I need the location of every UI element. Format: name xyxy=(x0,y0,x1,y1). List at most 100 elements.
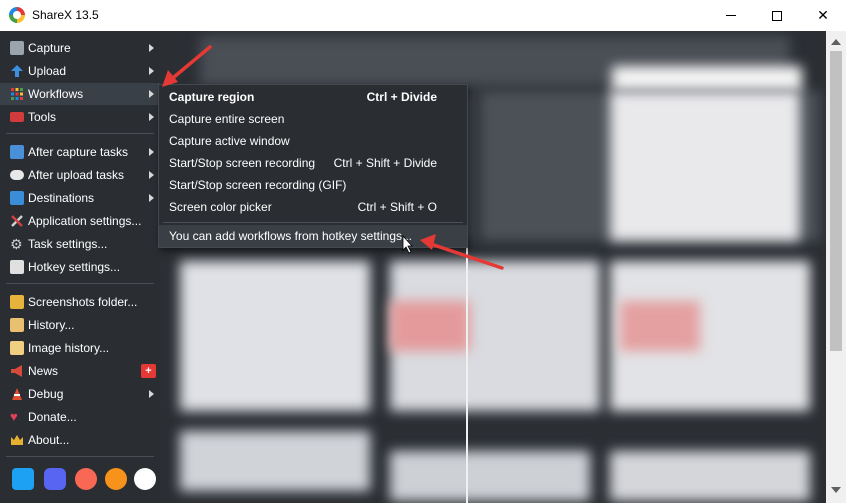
menu-item-label: After capture tasks xyxy=(28,145,129,159)
minimize-button[interactable] xyxy=(708,0,754,31)
menu-item-screenshots-folder[interactable]: Screenshots folder... xyxy=(0,291,160,313)
submenu-item-capture-region[interactable]: Capture region Ctrl + Divide xyxy=(159,86,467,108)
submenu-item-screen-color-picker[interactable]: Screen color picker Ctrl + Shift + O xyxy=(159,196,467,218)
github-icon[interactable] xyxy=(134,468,156,490)
toolbox-icon xyxy=(10,112,24,122)
menu-item-label: Capture xyxy=(28,41,71,55)
sharex-logo-icon xyxy=(9,7,25,23)
title-bar: ShareX 13.5 ✕ xyxy=(0,0,846,31)
minimize-icon xyxy=(726,15,736,16)
image-history-icon xyxy=(10,341,24,355)
crown-icon xyxy=(10,433,24,447)
news-badge: + xyxy=(141,364,156,378)
submenu-item-label: Start/Stop screen recording (GIF) xyxy=(169,178,347,192)
menu-item-task-settings[interactable]: ⚙ Task settings... xyxy=(0,233,160,255)
upload-arrow-icon xyxy=(10,64,24,78)
menu-item-label: Hotkey settings... xyxy=(28,260,121,274)
menu-item-tools[interactable]: Tools xyxy=(0,106,160,128)
submenu-item-label: Screen color picker xyxy=(169,200,272,214)
chevron-right-icon xyxy=(149,171,154,179)
bitcoin-icon[interactable] xyxy=(105,468,127,490)
chevron-right-icon xyxy=(149,148,154,156)
menu-item-donate[interactable]: ♥ Donate... xyxy=(0,406,160,428)
twitter-icon[interactable] xyxy=(12,468,34,490)
megaphone-icon xyxy=(10,364,24,378)
menu-separator xyxy=(6,456,154,457)
menu-item-debug[interactable]: Debug xyxy=(0,383,160,405)
menu-item-hotkey-settings[interactable]: Hotkey settings... xyxy=(0,256,160,278)
menu-item-label: News xyxy=(28,364,59,378)
menu-item-news[interactable]: News + xyxy=(0,360,160,382)
submenu-item-label: Capture entire screen xyxy=(169,112,285,126)
submenu-item-screen-recording-gif[interactable]: Start/Stop screen recording (GIF) xyxy=(159,174,467,196)
main-menu: Capture Upload Workflows Tools After cap… xyxy=(0,31,160,503)
menu-item-after-upload-tasks[interactable]: After upload tasks xyxy=(0,164,160,186)
chevron-right-icon xyxy=(149,194,154,202)
history-icon xyxy=(10,318,24,332)
submenu-item-label: Capture active window xyxy=(169,134,290,148)
menu-item-history[interactable]: History... xyxy=(0,314,160,336)
menu-item-destinations[interactable]: Destinations xyxy=(0,187,160,209)
capture-icon xyxy=(10,41,24,55)
submenu-item-label: You can add workflows from hotkey settin… xyxy=(169,229,413,243)
menu-item-image-history[interactable]: Image history... xyxy=(0,337,160,359)
scroll-up-arrow-icon[interactable] xyxy=(831,39,841,45)
traffic-cone-icon xyxy=(10,387,24,401)
menu-item-label: Application settings... xyxy=(28,214,142,228)
scroll-down-arrow-icon[interactable] xyxy=(831,487,841,493)
submenu-item-capture-entire-screen[interactable]: Capture entire screen xyxy=(159,108,467,130)
menu-item-label: Task settings... xyxy=(28,237,108,251)
gear-icon: ⚙ xyxy=(10,236,23,252)
destinations-icon xyxy=(10,191,24,205)
maximize-button[interactable] xyxy=(754,0,800,31)
chevron-right-icon xyxy=(149,390,154,398)
patreon-icon[interactable] xyxy=(75,468,97,490)
submenu-separator xyxy=(163,222,463,223)
keyboard-icon xyxy=(10,260,24,274)
menu-item-label: Tools xyxy=(28,110,57,124)
menu-item-label: Upload xyxy=(28,64,67,78)
menu-item-label: History... xyxy=(28,318,75,332)
menu-item-label: Destinations xyxy=(28,191,95,205)
submenu-item-hotkey-settings-hint[interactable]: You can add workflows from hotkey settin… xyxy=(159,225,467,247)
submenu-item-shortcut: Ctrl + Shift + O xyxy=(357,200,437,214)
menu-item-label: Image history... xyxy=(28,341,110,355)
close-button[interactable]: ✕ xyxy=(800,0,846,31)
discord-icon[interactable] xyxy=(44,468,66,490)
chevron-right-icon xyxy=(149,44,154,52)
menu-item-capture[interactable]: Capture xyxy=(0,37,160,59)
menu-separator xyxy=(6,283,154,284)
submenu-item-shortcut: Ctrl + Shift + Divide xyxy=(333,156,437,170)
menu-item-label: About... xyxy=(28,433,70,447)
submenu-item-shortcut: Ctrl + Divide xyxy=(366,90,437,104)
menu-item-about[interactable]: About... xyxy=(0,429,160,451)
menu-item-label: Workflows xyxy=(28,87,84,101)
after-capture-icon xyxy=(10,145,24,159)
maximize-icon xyxy=(772,10,782,21)
submenu-item-capture-active-window[interactable]: Capture active window xyxy=(159,130,467,152)
window-title: ShareX 13.5 xyxy=(32,8,99,22)
chevron-right-icon xyxy=(149,90,154,98)
heart-icon: ♥ xyxy=(10,409,18,424)
workflows-submenu: Capture region Ctrl + Divide Capture ent… xyxy=(158,84,468,248)
cloud-icon xyxy=(10,170,24,180)
menu-item-label: Screenshots folder... xyxy=(28,295,138,309)
wrench-screwdriver-icon xyxy=(10,214,24,228)
menu-item-upload[interactable]: Upload xyxy=(0,60,160,82)
chevron-right-icon xyxy=(149,113,154,121)
submenu-item-screen-recording[interactable]: Start/Stop screen recording Ctrl + Shift… xyxy=(159,152,467,174)
scrollbar-thumb[interactable] xyxy=(830,51,842,351)
menu-item-application-settings[interactable]: Application settings... xyxy=(0,210,160,232)
menu-separator xyxy=(6,133,154,134)
menu-item-after-capture-tasks[interactable]: After capture tasks xyxy=(0,141,160,163)
submenu-item-label: Capture region xyxy=(169,90,255,104)
close-icon: ✕ xyxy=(817,7,829,23)
menu-item-label: Donate... xyxy=(28,410,77,424)
menu-item-label: After upload tasks xyxy=(28,168,125,182)
menu-item-label: Debug xyxy=(28,387,64,401)
folder-icon xyxy=(10,295,24,309)
vertical-scrollbar[interactable] xyxy=(826,31,846,503)
chevron-right-icon xyxy=(149,67,154,75)
submenu-item-label: Start/Stop screen recording xyxy=(169,156,316,170)
menu-item-workflows[interactable]: Workflows xyxy=(0,83,160,105)
